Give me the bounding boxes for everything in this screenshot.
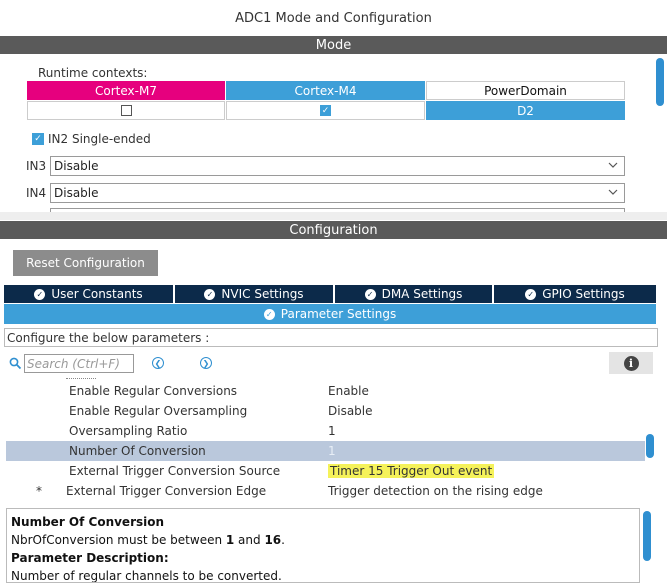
description-scrollbar[interactable] xyxy=(642,508,654,583)
parameter-scrollbar-thumb[interactable] xyxy=(646,434,654,458)
check-circle-icon: ✓ xyxy=(204,288,216,300)
mode-scrollbar[interactable] xyxy=(655,54,667,212)
tab-gpio-settings[interactable]: ✓ GPIO Settings xyxy=(494,285,656,303)
param-value[interactable]: 1 xyxy=(328,424,336,438)
in3-select-value: Disable xyxy=(54,159,99,173)
context-cell-cortex-m7 xyxy=(27,101,225,120)
in3-select[interactable]: Disable xyxy=(50,156,625,176)
configure-instructions: Configure the below parameters : xyxy=(4,328,658,347)
check-circle-icon: ✓ xyxy=(364,288,376,300)
context-header-cortex-m4: Cortex-M4 xyxy=(226,81,425,100)
description-scrollbar-thumb[interactable] xyxy=(643,511,651,561)
in4-select-value: Disable xyxy=(54,186,99,200)
context-cell-cortex-m4: ✓ xyxy=(226,101,425,120)
param-name: External Trigger Conversion Edge xyxy=(66,484,267,498)
tab-label: Parameter Settings xyxy=(280,307,397,321)
required-marker: * xyxy=(36,484,42,498)
tab-parameter-settings[interactable]: ✓ Parameter Settings xyxy=(4,304,656,324)
parameter-description-heading: Parameter Description: xyxy=(11,551,169,565)
param-name: Oversampling Ratio xyxy=(69,424,188,438)
param-value-highlighted[interactable]: Timer 15 Trigger Out event xyxy=(328,464,495,478)
tab-dma-settings[interactable]: ✓ DMA Settings xyxy=(335,285,492,303)
table-row[interactable]: Enable Regular Oversampling Disable xyxy=(6,401,646,421)
param-name: Number Of Conversion xyxy=(69,444,206,458)
description-title: Number Of Conversion xyxy=(11,515,165,529)
param-value[interactable]: 1 xyxy=(328,444,336,458)
param-name: External Trigger Conversion Source xyxy=(69,464,281,478)
parameter-list: Enable Regular Conversions Enable Enable… xyxy=(6,378,646,502)
chevron-down-icon xyxy=(608,162,618,168)
param-value[interactable]: Enable xyxy=(328,384,369,398)
param-name: Enable Regular Oversampling xyxy=(69,404,248,418)
info-icon: i xyxy=(623,355,639,371)
tab-label: NVIC Settings xyxy=(221,287,304,301)
context-header-cortex-m7: Cortex-M7 xyxy=(27,81,225,100)
panel-splitter[interactable] xyxy=(0,212,667,220)
in2-checkbox[interactable]: ✓ xyxy=(32,133,44,145)
powerdomain-value[interactable]: D2 xyxy=(426,101,625,120)
parameter-description-panel: Number Of Conversion NbrOfConversion mus… xyxy=(6,508,640,583)
search-icon xyxy=(9,357,22,370)
table-row[interactable]: Enable Regular Conversions Enable xyxy=(6,381,646,401)
parameter-list-scrollbar[interactable] xyxy=(645,378,657,502)
in3-label: IN3 xyxy=(26,159,47,173)
window-title: ADC1 Mode and Configuration xyxy=(0,0,667,36)
tab-label: DMA Settings xyxy=(381,287,463,301)
tab-nvic-settings[interactable]: ✓ NVIC Settings xyxy=(175,285,333,303)
tab-label: User Constants xyxy=(51,287,143,301)
parameter-description-text: Number of regular channels to be convert… xyxy=(11,569,282,583)
mode-header[interactable]: Mode xyxy=(0,36,667,54)
configuration-header[interactable]: Configuration xyxy=(0,221,667,239)
param-value[interactable]: Disable xyxy=(328,404,373,418)
table-row[interactable]: * External Trigger Conversion Edge Trigg… xyxy=(6,481,646,501)
search-previous-button[interactable]: ❮ xyxy=(152,357,164,369)
chevron-right-icon: ❯ xyxy=(202,358,210,368)
check-circle-icon: ✓ xyxy=(263,308,275,320)
table-row[interactable]: External Trigger Conversion Source Timer… xyxy=(6,461,646,481)
runtime-contexts-table: Cortex-M7 Cortex-M4 PowerDomain ✓ D2 xyxy=(27,81,625,121)
param-value[interactable]: Trigger detection on the rising edge xyxy=(328,484,543,498)
context-header-powerdomain: PowerDomain xyxy=(426,81,625,100)
in2-label: IN2 Single-ended xyxy=(48,132,151,146)
in4-select[interactable]: Disable xyxy=(50,183,625,203)
reset-configuration-button[interactable]: Reset Configuration xyxy=(13,250,158,276)
check-circle-icon: ✓ xyxy=(34,288,46,300)
in4-label: IN4 xyxy=(26,186,47,200)
description-constraint: NbrOfConversion must be between 1 and 16… xyxy=(11,533,285,547)
check-circle-icon: ✓ xyxy=(525,288,537,300)
table-row[interactable]: Oversampling Ratio 1 xyxy=(6,421,646,441)
search-input[interactable]: Search (Ctrl+F) xyxy=(24,354,134,373)
mode-scrollbar-thumb[interactable] xyxy=(656,58,664,106)
param-name: Enable Regular Conversions xyxy=(69,384,238,398)
tab-label: GPIO Settings xyxy=(542,287,625,301)
chevron-down-icon xyxy=(608,189,618,195)
runtime-contexts-label: Runtime contexts: xyxy=(38,66,148,80)
cortex-m7-checkbox[interactable] xyxy=(120,105,132,116)
table-row-selected[interactable]: Number Of Conversion 1 xyxy=(6,441,646,461)
chevron-left-icon: ❮ xyxy=(154,358,162,368)
search-next-button[interactable]: ❯ xyxy=(200,357,212,369)
cortex-m4-checkbox[interactable]: ✓ xyxy=(320,105,331,116)
info-button[interactable]: i xyxy=(609,352,653,374)
tab-user-constants[interactable]: ✓ User Constants xyxy=(4,285,173,303)
